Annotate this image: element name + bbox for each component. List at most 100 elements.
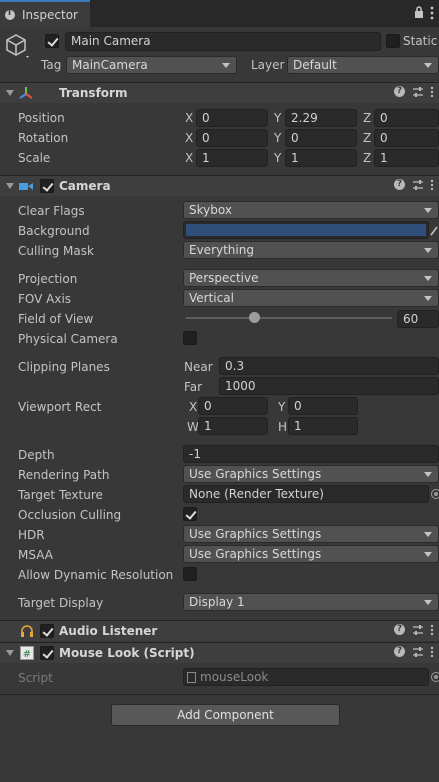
viewport-w-field[interactable]: 1 bbox=[198, 417, 268, 435]
viewport-y-label: Y bbox=[278, 400, 286, 414]
audio-listener-enabled-checkbox[interactable] bbox=[40, 624, 54, 638]
culling-mask-value: Everything bbox=[189, 243, 254, 257]
transform-header[interactable]: Transform ? bbox=[0, 82, 439, 103]
clipping-planes-label: Clipping Planes bbox=[18, 360, 110, 374]
dynamic-resolution-checkbox[interactable] bbox=[183, 567, 197, 581]
far-label: Far bbox=[184, 380, 203, 394]
more-menu-icon[interactable] bbox=[430, 646, 434, 658]
mouse-look-enabled-checkbox[interactable] bbox=[40, 646, 54, 660]
scale-label: Scale bbox=[18, 151, 51, 165]
viewport-x-field[interactable]: 0 bbox=[198, 397, 268, 415]
mouse-look-title: Mouse Look (Script) bbox=[59, 646, 195, 660]
msaa-label: MSAA bbox=[18, 548, 53, 562]
axis-y-label: Y bbox=[274, 131, 282, 145]
depth-label: Depth bbox=[18, 448, 55, 462]
culling-mask-label: Culling Mask bbox=[18, 244, 94, 258]
static-checkbox[interactable] bbox=[386, 34, 400, 48]
scale-x-field[interactable]: 1 bbox=[196, 149, 268, 167]
msaa-dropdown[interactable]: Use Graphics Settings bbox=[183, 545, 439, 563]
help-icon[interactable]: ? bbox=[394, 646, 405, 657]
active-checkbox[interactable] bbox=[45, 34, 59, 48]
target-display-dropdown[interactable]: Display 1 bbox=[183, 593, 439, 611]
chevron-down-icon bbox=[424, 208, 432, 213]
rotation-y-field[interactable]: 0 bbox=[285, 129, 357, 147]
components-divider bbox=[0, 694, 439, 695]
projection-dropdown[interactable]: Perspective bbox=[183, 269, 439, 287]
rendering-path-dropdown[interactable]: Use Graphics Settings bbox=[183, 465, 439, 483]
near-field[interactable]: 0.3 bbox=[219, 357, 439, 375]
help-icon[interactable]: ? bbox=[394, 86, 405, 97]
viewport-h-field[interactable]: 1 bbox=[288, 417, 358, 435]
projection-label: Projection bbox=[18, 272, 78, 286]
camera-enabled-checkbox[interactable] bbox=[40, 179, 54, 193]
near-label: Near bbox=[184, 360, 213, 374]
lock-icon[interactable] bbox=[414, 6, 424, 18]
scale-y-field[interactable]: 1 bbox=[285, 149, 357, 167]
more-menu-icon[interactable] bbox=[430, 6, 434, 20]
target-texture-label: Target Texture bbox=[18, 488, 103, 502]
layer-dropdown[interactable]: Default bbox=[287, 56, 439, 74]
object-picker-icon bbox=[431, 672, 439, 682]
fov-axis-label: FOV Axis bbox=[18, 292, 72, 306]
presets-icon[interactable] bbox=[412, 179, 424, 191]
foldout-arrow-icon[interactable] bbox=[6, 183, 14, 189]
tab-inspector[interactable]: Inspector bbox=[0, 0, 90, 27]
mouse-look-header[interactable]: # Mouse Look (Script) ? bbox=[0, 642, 439, 663]
object-picker-icon[interactable] bbox=[431, 489, 439, 499]
chevron-down-icon bbox=[222, 63, 230, 68]
physical-camera-checkbox[interactable] bbox=[183, 331, 197, 345]
more-menu-icon[interactable] bbox=[430, 86, 434, 98]
position-y-field[interactable]: 2.29 bbox=[285, 109, 357, 127]
depth-field[interactable]: -1 bbox=[183, 445, 439, 463]
chevron-down-icon bbox=[424, 472, 432, 477]
gameobject-name-input[interactable]: Main Camera bbox=[65, 32, 381, 51]
eyedropper-icon[interactable] bbox=[430, 224, 439, 236]
chevron-down-icon bbox=[424, 600, 432, 605]
background-color-field[interactable] bbox=[183, 221, 429, 239]
fov-slider-thumb[interactable] bbox=[249, 312, 260, 323]
presets-icon[interactable] bbox=[412, 646, 424, 658]
occlusion-culling-checkbox[interactable] bbox=[183, 507, 197, 521]
scale-z-field[interactable]: 1 bbox=[374, 149, 439, 167]
axis-x-label: X bbox=[185, 131, 194, 145]
culling-mask-dropdown[interactable]: Everything bbox=[183, 241, 439, 259]
hdr-dropdown[interactable]: Use Graphics Settings bbox=[183, 525, 439, 543]
presets-icon[interactable] bbox=[412, 86, 424, 98]
position-x-field[interactable]: 0 bbox=[196, 109, 268, 127]
foldout-arrow-icon[interactable] bbox=[6, 650, 14, 656]
headphones-icon bbox=[21, 625, 33, 637]
axis-y-label: Y bbox=[274, 111, 282, 125]
far-field[interactable]: 1000 bbox=[219, 377, 439, 395]
rotation-z-field[interactable]: 0 bbox=[374, 129, 439, 147]
add-component-button[interactable]: Add Component bbox=[111, 704, 340, 726]
tab-bar: Inspector bbox=[0, 0, 439, 27]
viewport-y-field[interactable]: 0 bbox=[288, 397, 358, 415]
target-texture-field[interactable]: None (Render Texture) bbox=[183, 485, 429, 503]
target-display-value: Display 1 bbox=[189, 595, 245, 609]
help-icon[interactable]: ? bbox=[394, 179, 405, 190]
fov-slider-track[interactable] bbox=[186, 317, 392, 319]
foldout-arrow-icon[interactable] bbox=[6, 90, 14, 96]
fov-field[interactable]: 60 bbox=[397, 310, 439, 328]
fov-axis-value: Vertical bbox=[189, 291, 234, 305]
chevron-down-icon bbox=[424, 296, 432, 301]
more-menu-icon[interactable] bbox=[430, 624, 434, 636]
audio-listener-header[interactable]: Audio Listener ? bbox=[0, 620, 439, 641]
svg-text:#: # bbox=[23, 649, 31, 660]
more-menu-icon[interactable] bbox=[430, 179, 434, 191]
rotation-x-field[interactable]: 0 bbox=[196, 129, 268, 147]
occlusion-culling-label: Occlusion Culling bbox=[18, 508, 122, 522]
fov-axis-dropdown[interactable]: Vertical bbox=[183, 289, 439, 307]
rendering-path-value: Use Graphics Settings bbox=[189, 467, 322, 481]
clear-flags-dropdown[interactable]: Skybox bbox=[183, 201, 439, 219]
tag-dropdown[interactable]: MainCamera bbox=[66, 56, 237, 74]
position-z-field[interactable]: 0 bbox=[374, 109, 439, 127]
chevron-down-icon bbox=[424, 248, 432, 253]
presets-icon[interactable] bbox=[412, 624, 424, 636]
rotation-label: Rotation bbox=[18, 131, 69, 145]
camera-header[interactable]: Camera ? bbox=[0, 175, 439, 196]
help-icon[interactable]: ? bbox=[394, 624, 405, 635]
tag-label: Tag bbox=[41, 58, 62, 72]
script-label: Script bbox=[18, 671, 53, 685]
gameobject-cube-icon[interactable] bbox=[4, 32, 32, 60]
